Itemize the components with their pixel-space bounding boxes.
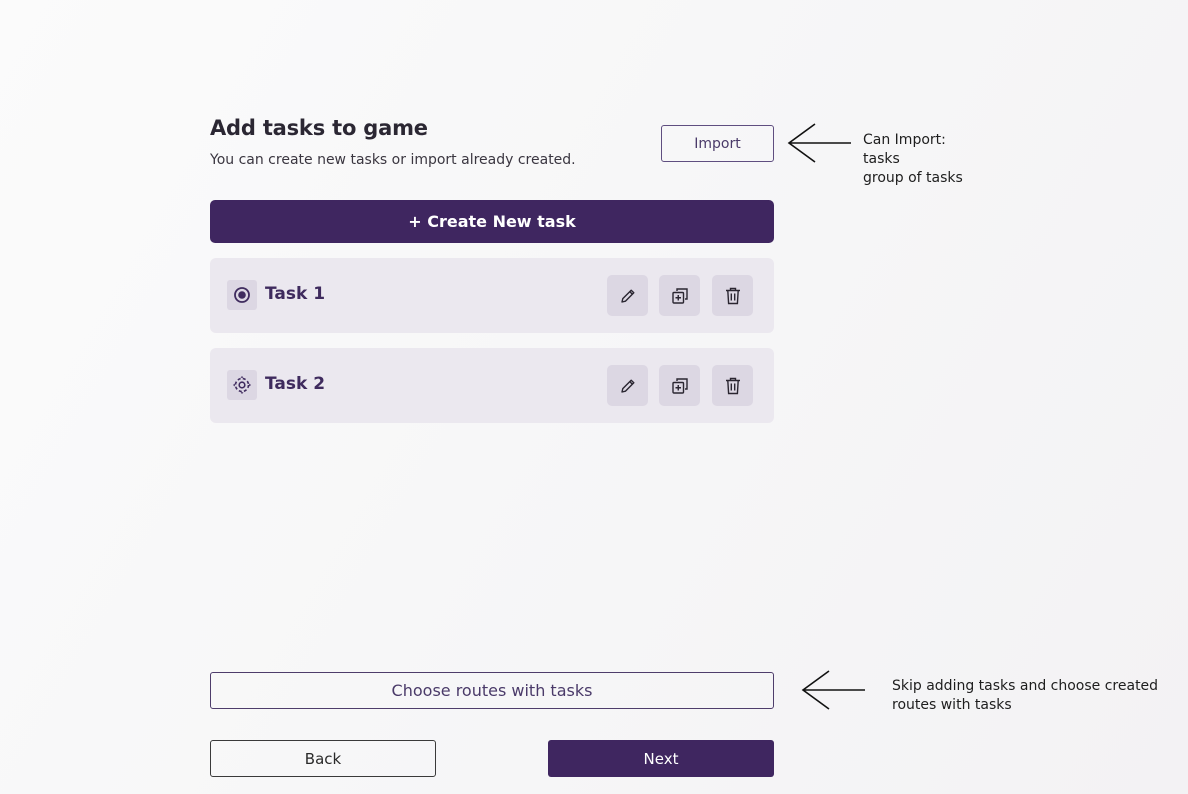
import-annotation-line: Can Import: <box>863 132 946 148</box>
duplicate-task-button[interactable] <box>659 365 700 406</box>
page-subtitle: You can create new tasks or import alrea… <box>210 152 576 168</box>
task-card[interactable]: Task 2 <box>210 348 774 423</box>
arrow-left-icon <box>787 123 851 163</box>
trash-icon <box>725 377 740 394</box>
pencil-icon <box>620 289 634 303</box>
routes-annotation-line: Skip adding tasks and choose created <box>892 678 1159 694</box>
page-title: Add tasks to game <box>210 116 428 140</box>
task-name: Task 2 <box>265 374 326 394</box>
create-new-task-button[interactable]: + Create New task <box>210 200 774 243</box>
back-button[interactable]: Back <box>210 740 436 777</box>
import-annotation-line: tasks <box>863 151 900 167</box>
duplicate-icon <box>671 377 688 394</box>
radio-target-icon <box>227 280 257 310</box>
trash-icon <box>725 287 740 304</box>
routes-annotation-line: routes with tasks <box>892 697 1012 713</box>
arrow-left-icon <box>801 670 865 710</box>
edit-task-button[interactable] <box>607 365 648 406</box>
import-annotation: Can Import: tasks group of tasks <box>863 131 963 188</box>
delete-task-button[interactable] <box>712 275 753 316</box>
delete-task-button[interactable] <box>712 365 753 406</box>
import-annotation-line: group of tasks <box>863 170 963 186</box>
duplicate-task-button[interactable] <box>659 275 700 316</box>
duplicate-icon <box>671 287 688 304</box>
import-button[interactable]: Import <box>661 125 774 162</box>
routes-annotation: Skip adding tasks and choose created rou… <box>892 677 1158 715</box>
edit-task-button[interactable] <box>607 275 648 316</box>
task-name: Task 1 <box>265 284 326 304</box>
pencil-icon <box>620 379 634 393</box>
move-target-icon <box>227 370 257 400</box>
task-card[interactable]: Task 1 <box>210 258 774 333</box>
next-button[interactable]: Next <box>548 740 774 777</box>
choose-routes-button[interactable]: Choose routes with tasks <box>210 672 774 709</box>
